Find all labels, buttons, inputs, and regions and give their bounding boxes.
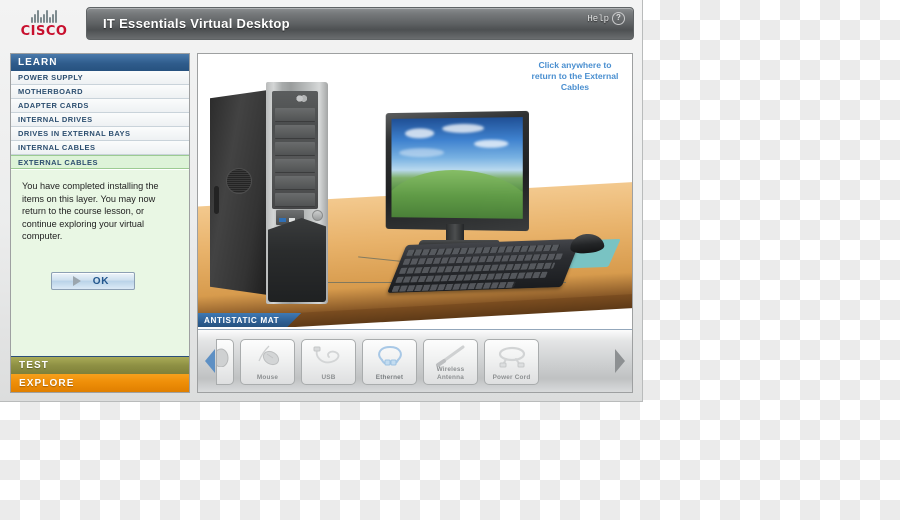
ok-button-label: OK (92, 275, 110, 287)
tray-item-wireless-antenna[interactable]: Wireless Antenna (423, 339, 478, 385)
sidebar-item-external-cables[interactable]: EXTERNAL CABLES (11, 155, 189, 169)
tray-item-label: Wireless Antenna (436, 366, 465, 381)
usb-cable-icon (302, 343, 355, 369)
tower-lower-fascia (268, 218, 326, 302)
help-label: Help (587, 13, 609, 24)
tower-front-panel (266, 82, 328, 304)
wallpaper-hill (391, 169, 523, 219)
title-bar: IT Essentials Virtual Desktop Help ? (86, 7, 634, 40)
tray-next-button[interactable] (610, 338, 630, 384)
app-header: CISCO IT Essentials Virtual Desktop Help… (0, 0, 643, 46)
tray-item-list: Mouse USB Ethernet Wireless Antenna Powe… (216, 336, 614, 388)
sidebar-item-motherboard[interactable]: MOTHERBOARD (11, 85, 189, 99)
tower-side-panel (210, 90, 268, 295)
sidebar-item-internal-cables[interactable]: INTERNAL CABLES (11, 141, 189, 155)
monitor-screen (391, 117, 523, 219)
case-fan-icon (226, 168, 252, 194)
ethernet-cable-icon (363, 343, 416, 369)
ok-button[interactable]: OK (51, 272, 135, 290)
tray-item-label: Mouse (256, 373, 279, 381)
wireless-antenna-icon (424, 343, 477, 369)
tray-item-label: USB (321, 373, 336, 381)
tray-item-ethernet[interactable]: Ethernet (362, 339, 417, 385)
lcd-monitor[interactable] (384, 110, 529, 254)
tray-item-mouse[interactable]: Mouse (240, 339, 295, 385)
tray-item-label: Power Cord (492, 373, 531, 381)
tray-item-power-cord[interactable]: Power Cord (484, 339, 539, 385)
sidebar-section-learn[interactable]: LEARN (11, 54, 189, 71)
sidebar-section-explore[interactable]: EXPLORE (11, 374, 189, 392)
power-button-icon[interactable] (312, 210, 323, 221)
page-title: IT Essentials Virtual Desktop (103, 16, 290, 31)
sidebar: LEARN POWER SUPPLY MOTHERBOARD ADAPTER C… (10, 53, 190, 393)
sidebar-item-drives-in-external-bays[interactable]: DRIVES IN EXTERNAL BAYS (11, 127, 189, 141)
cisco-logo: CISCO (8, 6, 80, 42)
tray-item-usb[interactable]: USB (301, 339, 356, 385)
return-hint: Click anywhere to return to the External… (531, 60, 619, 92)
drive-bay-cluster (272, 91, 318, 209)
arrow-left-icon (205, 349, 215, 373)
mouse-icon (241, 343, 294, 369)
cisco-bars-icon (31, 10, 57, 23)
sidebar-menu: POWER SUPPLY MOTHERBOARD ADAPTER CARDS I… (11, 71, 189, 169)
info-panel: You have completed installing the items … (11, 169, 189, 356)
arrow-right-icon (72, 276, 81, 286)
case-handle (214, 186, 219, 214)
sidebar-section-test[interactable]: TEST (11, 356, 189, 374)
keyboard[interactable] (387, 238, 581, 294)
scene-viewport[interactable]: Click anywhere to return to the External… (198, 54, 632, 327)
question-circle-icon: ? (612, 12, 625, 25)
stage-panel: Click anywhere to return to the External… (197, 53, 633, 393)
brand-badge-icon (294, 95, 308, 102)
sidebar-item-adapter-cards[interactable]: ADAPTER CARDS (11, 99, 189, 113)
sidebar-item-internal-drives[interactable]: INTERNAL DRIVES (11, 113, 189, 127)
sidebar-item-power-supply[interactable]: POWER SUPPLY (11, 71, 189, 85)
tray-item-label: Ethernet (375, 373, 404, 381)
antistatic-mat-tab[interactable]: ANTISTATIC MAT (198, 313, 301, 327)
component-tray: Mouse USB Ethernet Wireless Antenna Powe… (198, 329, 632, 392)
arrow-right-icon (615, 349, 625, 373)
partial-item-icon (217, 343, 233, 369)
monitor-bezel (385, 110, 529, 232)
power-cord-icon (485, 343, 538, 369)
tray-item-partial[interactable] (216, 339, 234, 385)
info-message: You have completed installing the items … (22, 181, 159, 242)
help-button[interactable]: Help ? (587, 12, 625, 25)
virtual-desktop-app: CISCO IT Essentials Virtual Desktop Help… (0, 0, 643, 402)
cisco-wordmark: CISCO (20, 24, 68, 39)
computer-tower[interactable] (210, 82, 328, 304)
